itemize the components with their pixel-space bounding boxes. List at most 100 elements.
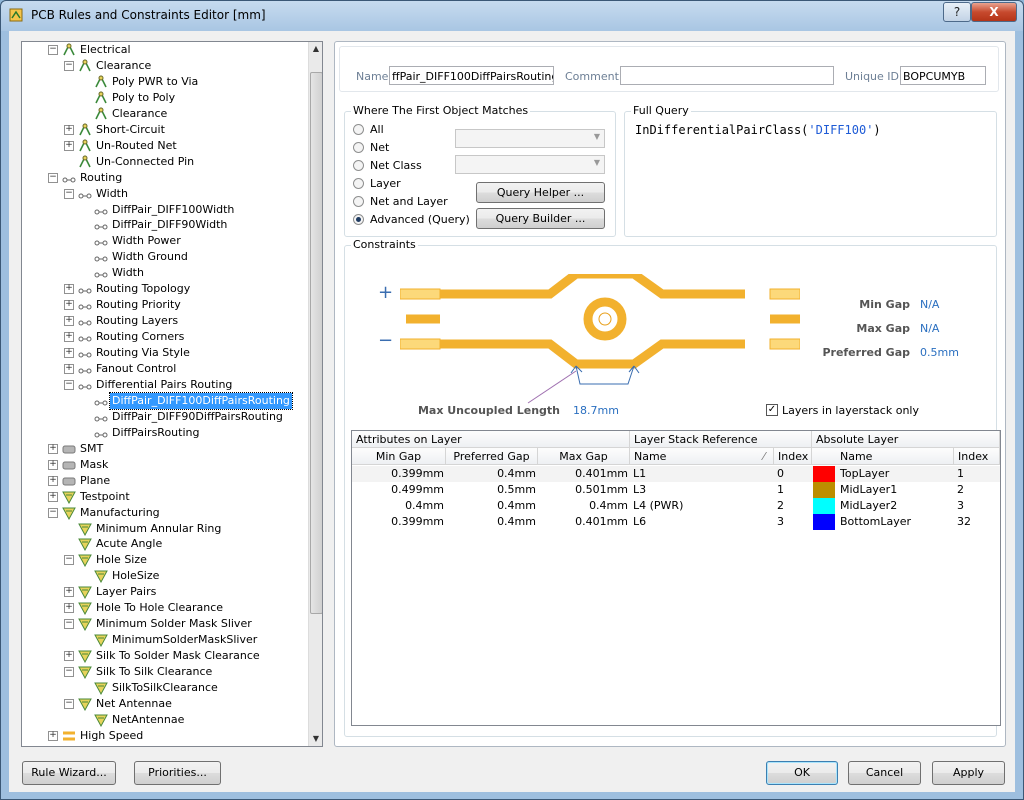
tree-item-high-speed[interactable]: + High Speed [22,728,308,744]
expand-icon[interactable]: + [64,316,74,327]
match-combo-1[interactable]: ▼ [455,129,605,148]
tree-item-width[interactable]: − Width [22,186,308,202]
rule-tree[interactable]: − Electrical − Clearance Poly PWR to Via Poly… [21,41,323,747]
cell-ref-index[interactable]: 3 [774,514,812,530]
cell-pref[interactable]: 0.5mm [446,482,538,498]
cell-abs-index[interactable]: 3 [954,498,1000,514]
cell-pref[interactable]: 0.4mm [446,466,538,482]
expand-icon[interactable]: + [64,364,74,374]
ok-button[interactable]: OK [766,761,838,785]
tree-item-hole-to-hole-clearance[interactable]: + Hole To Hole Clearance [22,600,308,616]
tree-item-mask[interactable]: + Mask [22,457,308,473]
col-abs-index[interactable]: Index [954,448,1000,465]
collapse-icon[interactable]: − [64,619,74,630]
tree-item-manufacturing[interactable]: − Manufacturing [22,505,308,521]
tree-item-acute-angle[interactable]: Acute Angle [22,536,308,552]
max-uncoupled-length-value[interactable]: 18.7mm [573,404,619,417]
match-radio-net[interactable]: Net [353,140,463,156]
tree-item-diffpair-diff100width[interactable]: DiffPair_DIFF100Width [22,202,308,218]
match-radio-net-class[interactable]: Net Class [353,158,463,174]
cell-min[interactable]: 0.4mm [352,498,446,514]
tree-item-smt[interactable]: + SMT [22,441,308,457]
tree-scrollbar[interactable]: ▲ ▼ [308,42,322,746]
expand-icon[interactable]: + [48,730,58,741]
table-row[interactable]: 0.399mm 0.4mm 0.401mm L1 0 TopLayer 1 [352,466,1000,482]
tree-item-holesize[interactable]: HoleSize [22,568,308,584]
priorities-button[interactable]: Priorities... [134,761,221,785]
query-helper-button[interactable]: Query Helper ... [476,182,605,203]
apply-button[interactable]: Apply [932,761,1005,785]
tree-item-hole-size[interactable]: − Hole Size [22,552,308,568]
tree-item-routing-priority[interactable]: + Routing Priority [22,297,308,313]
tree-item-routing-topology[interactable]: + Routing Topology [22,281,308,297]
tree-item-silktosilkclearance[interactable]: SilkToSilkClearance [22,680,308,696]
tree-item-routing-corners[interactable]: + Routing Corners [22,329,308,345]
match-radio-all[interactable]: All [353,122,463,138]
tree-item-silk-to-silk-clearance[interactable]: − Silk To Silk Clearance [22,664,308,680]
tree-item-diffpair-diff90diffpairsrouting[interactable]: DiffPair_DIFF90DiffPairsRouting [22,409,308,425]
cell-ref-index[interactable]: 0 [774,466,812,482]
expand-icon[interactable]: + [64,587,74,598]
expand-icon[interactable]: + [64,603,74,614]
title-bar[interactable]: PCB Rules and Constraints Editor [mm] ? … [1,1,1023,29]
tree-item-minimum-solder-mask-sliver[interactable]: − Minimum Solder Mask Sliver [22,616,308,632]
cell-pref[interactable]: 0.4mm [446,498,538,514]
tree-item-short-circuit[interactable]: + Short-Circuit [22,122,308,138]
tree-item-poly-pwr-to-via[interactable]: Poly PWR to Via [22,74,308,90]
tree-item-clearance[interactable]: − Clearance [22,58,308,74]
cell-max[interactable]: 0.4mm [538,498,630,514]
cell-max[interactable]: 0.401mm [538,466,630,482]
tree-item-silk-to-solder-mask-clearance[interactable]: + Silk To Solder Mask Clearance [22,648,308,664]
cell-min[interactable]: 0.399mm [352,466,446,482]
col-preferred-gap[interactable]: Preferred Gap [446,448,538,465]
help-button[interactable]: ? [943,2,971,22]
comment-input[interactable] [620,66,834,85]
tree-item-diffpairsrouting[interactable]: DiffPairsRouting [22,425,308,441]
table-row[interactable]: 0.499mm 0.5mm 0.501mm L3 1 MidLayer1 2 [352,482,1000,498]
cell-ref-index[interactable]: 2 [774,498,812,514]
cell-ref-name[interactable]: L1 [630,466,774,482]
collapse-icon[interactable]: − [48,172,58,183]
preferred-gap-value[interactable]: 0.5mm [920,346,959,359]
tree-item-un-connected-pin[interactable]: Un-Connected Pin [22,154,308,170]
table-row[interactable]: 0.4mm 0.4mm 0.4mm L4 (PWR) 2 MidLayer2 3 [352,498,1000,514]
tree-item-routing[interactable]: − Routing [22,170,308,186]
tree-item-fanout-control[interactable]: + Fanout Control [22,361,308,377]
tree-item-width[interactable]: Width [22,265,308,281]
cell-abs-index[interactable]: 32 [954,514,1000,530]
collapse-icon[interactable]: − [48,507,58,518]
cell-ref-name[interactable]: L6 [630,514,774,530]
cancel-button[interactable]: Cancel [848,761,921,785]
tree-item-routing-layers[interactable]: + Routing Layers [22,313,308,329]
tree-item-routing-via-style[interactable]: + Routing Via Style [22,345,308,361]
collapse-icon[interactable]: − [64,698,74,709]
scroll-down-arrow-icon[interactable]: ▼ [309,732,322,746]
col-ref-index[interactable]: Index [774,448,812,465]
tree-item-clearance[interactable]: Clearance [22,106,308,122]
collapse-icon[interactable]: − [64,60,74,71]
tree-item-differential-pairs-routing[interactable]: − Differential Pairs Routing [22,377,308,393]
cell-min[interactable]: 0.399mm [352,514,446,530]
expand-icon[interactable]: + [64,348,74,359]
tree-item-plane[interactable]: + Plane [22,473,308,489]
close-button[interactable]: X [971,2,1017,22]
tree-item-un-routed-net[interactable]: + Un-Routed Net [22,138,308,154]
tree-item-testpoint[interactable]: + Testpoint [22,489,308,505]
rule-wizard-button[interactable]: Rule Wizard... [22,761,116,785]
expand-icon[interactable]: + [48,491,58,502]
full-query-text[interactable]: InDifferentialPairClass('DIFF100') [635,123,881,137]
expand-icon[interactable]: + [48,475,58,486]
tree-item-net-antennae[interactable]: − Net Antennae [22,696,308,712]
expand-icon[interactable]: + [64,651,74,662]
tree-item-width-ground[interactable]: Width Ground [22,249,308,265]
match-radio-net-and-layer[interactable]: Net and Layer [353,194,463,210]
tree-item-netantennae[interactable]: NetAntennae [22,712,308,728]
cell-ref-index[interactable]: 1 [774,482,812,498]
tree-item-layer-pairs[interactable]: + Layer Pairs [22,584,308,600]
unique-id-input[interactable]: BOPCUMYB [900,66,986,85]
expand-icon[interactable]: + [48,459,58,470]
match-radio-layer[interactable]: Layer [353,176,463,192]
collapse-icon[interactable]: − [64,188,74,199]
col-ref-name[interactable]: Name ⁄ [630,448,774,465]
scroll-up-arrow-icon[interactable]: ▲ [309,42,322,56]
